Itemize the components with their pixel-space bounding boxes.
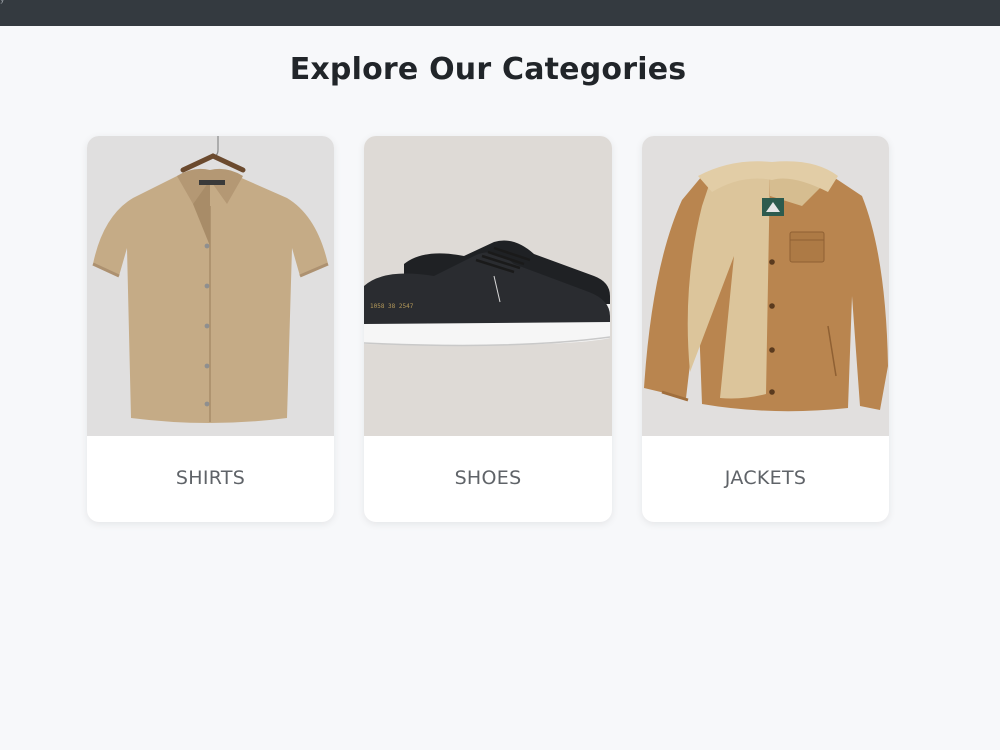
shirt-image[interactable] [87, 136, 334, 436]
shirt-illustration [87, 136, 334, 436]
category-card-shoes[interactable]: 1058 38 2547 SHOES [364, 136, 612, 522]
category-label-jackets[interactable]: JACKETS [642, 436, 889, 522]
page-title: Explore Our Categories [289, 52, 687, 87]
category-card-jackets[interactable]: JACKETS [642, 136, 889, 522]
category-card-shirts[interactable]: SHIRTS [87, 136, 334, 522]
jacket-illustration [642, 136, 889, 436]
jacket-image[interactable] [642, 136, 889, 436]
category-label-shirts[interactable]: SHIRTS [87, 436, 334, 522]
svg-text:1058 38 2547: 1058 38 2547 [370, 303, 414, 310]
topbar-edge-mark: y [0, 0, 6, 4]
top-navigation-bar: y [0, 0, 1000, 26]
shoes-illustration: 1058 38 2547 [364, 136, 612, 436]
category-label-shoes[interactable]: SHOES [364, 436, 612, 522]
shoes-image[interactable]: 1058 38 2547 [364, 136, 612, 436]
